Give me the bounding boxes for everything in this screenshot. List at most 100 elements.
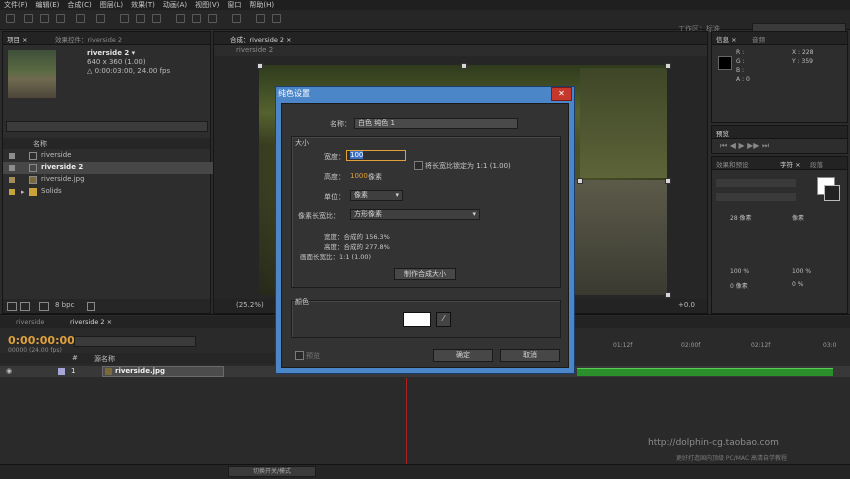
timeline-search-input[interactable] xyxy=(74,336,196,347)
image-file-icon xyxy=(105,368,112,375)
new-folder-icon[interactable] xyxy=(20,302,30,311)
size-group-label: 大小 xyxy=(295,139,309,147)
transform-handle[interactable] xyxy=(665,292,671,298)
width-input[interactable]: 100 xyxy=(346,150,406,161)
brush-tool-icon[interactable] xyxy=(176,14,185,23)
exposure-value[interactable]: +0.0 xyxy=(678,301,695,309)
cancel-button[interactable]: 取消 xyxy=(500,349,560,362)
menu-view[interactable]: 视图(V) xyxy=(195,0,219,10)
name-input[interactable]: 白色 纯色 1 xyxy=(354,118,518,129)
type-tool-icon[interactable] xyxy=(152,14,161,23)
camera-tool-icon[interactable] xyxy=(96,14,105,23)
list-item[interactable]: riverside xyxy=(3,150,213,162)
comp-footage-road xyxy=(560,180,667,295)
menu-composition[interactable]: 合成(C) xyxy=(67,0,91,10)
zoom-dropdown[interactable]: (25.2%) xyxy=(236,301,264,309)
layer-index: 1 xyxy=(71,367,76,375)
comp-breadcrumb[interactable]: riverside 2 xyxy=(236,46,273,54)
list-item[interactable]: riverside 2 xyxy=(3,162,213,174)
toggle-switches-modes-button[interactable]: 切换开关/模式 xyxy=(228,466,316,477)
project-search-input[interactable] xyxy=(6,121,208,132)
leading-value[interactable]: 像素 xyxy=(792,213,804,222)
home-icon[interactable] xyxy=(6,14,15,23)
playback-controls[interactable]: ⏮ ◀ ▶ ▶▶ ⏭ xyxy=(720,141,769,151)
ok-button[interactable]: 确定 xyxy=(433,349,493,362)
tab-paragraph[interactable]: 段落 xyxy=(810,159,823,169)
frame-aspect-text: 画面长宽比：1:1 (1.00) xyxy=(300,253,372,261)
stroke-color-swatch[interactable] xyxy=(824,185,840,201)
pixel-aspect-dropdown[interactable]: 方形像素 xyxy=(350,209,480,220)
close-icon[interactable]: ✕ xyxy=(551,87,572,101)
tab-effects-presets[interactable]: 效果和预设 xyxy=(716,159,749,169)
preview-checkbox[interactable] xyxy=(295,351,304,360)
menu-layer[interactable]: 图层(L) xyxy=(100,0,123,10)
make-comp-size-button[interactable]: 制作合成大小 xyxy=(394,268,456,280)
playhead[interactable] xyxy=(406,378,407,464)
project-footer: 8 bpc xyxy=(3,299,210,313)
transform-handle[interactable] xyxy=(665,63,671,69)
menu-animation[interactable]: 动画(A) xyxy=(163,0,187,10)
list-item[interactable]: ▸ Solids xyxy=(3,186,213,198)
eraser-tool-icon[interactable] xyxy=(208,14,217,23)
zoom-tool-icon[interactable] xyxy=(56,14,65,23)
image-file-icon xyxy=(29,176,37,184)
transform-handle[interactable] xyxy=(257,63,263,69)
expand-triangle-icon[interactable]: ▸ xyxy=(21,188,29,196)
height-input[interactable]: 1000 xyxy=(350,172,368,180)
menu-edit[interactable]: 编辑(E) xyxy=(36,0,60,10)
tab-effect-controls[interactable]: 效果控件：riverside 2 xyxy=(55,34,122,44)
clone-tool-icon[interactable] xyxy=(192,14,201,23)
font-size-value[interactable]: 28 像素 xyxy=(730,213,752,222)
preview-label: 预览 xyxy=(306,352,320,360)
transform-handle[interactable] xyxy=(665,178,671,184)
tab-info[interactable]: 信息 × xyxy=(716,34,737,44)
height-label: 高度： xyxy=(324,173,345,181)
rotate-tool-icon[interactable] xyxy=(76,14,85,23)
project-tabbar: 项目 × 效果控件：riverside 2 xyxy=(3,32,210,45)
font-family-dropdown[interactable] xyxy=(716,179,796,187)
menu-effect[interactable]: 效果(T) xyxy=(131,0,155,10)
current-timecode[interactable]: 0:00:00:00 xyxy=(8,334,75,347)
transform-handle[interactable] xyxy=(461,63,467,69)
tab-timeline-riverside[interactable]: riverside xyxy=(16,318,44,326)
font-style-dropdown[interactable] xyxy=(716,193,796,201)
color-swatch[interactable] xyxy=(403,312,431,327)
trash-icon[interactable] xyxy=(87,302,95,311)
baseline-shift-value[interactable]: 0 像素 xyxy=(730,281,748,290)
transform-handle[interactable] xyxy=(577,178,583,184)
tab-composition[interactable]: 合成：riverside 2 × xyxy=(230,34,292,44)
hand-tool-icon[interactable] xyxy=(40,14,49,23)
tab-timeline-riverside-2[interactable]: riverside 2 × xyxy=(70,318,112,326)
rectangle-tool-icon[interactable] xyxy=(120,14,129,23)
watermark-url: http://dolphin-cg.taobao.com xyxy=(648,438,779,448)
tsume-value[interactable]: 0 % xyxy=(792,281,803,288)
layer-name-field[interactable]: riverside.jpg xyxy=(102,366,224,377)
new-composition-icon[interactable] xyxy=(39,302,49,311)
tab-preview[interactable]: 预览 xyxy=(716,128,729,138)
character-tabbar: 效果和预设 字符 × 段落 xyxy=(712,157,847,170)
pen-tool-icon[interactable] xyxy=(136,14,145,23)
interpret-footage-icon[interactable] xyxy=(7,302,17,311)
units-dropdown[interactable]: 像素 xyxy=(350,190,403,201)
horizontal-scale-value[interactable]: 100 % xyxy=(792,268,811,275)
time-ruler[interactable]: 01:12f 02:00f 02:12f 03:0 xyxy=(575,333,840,351)
menu-window[interactable]: 窗口 xyxy=(227,0,241,10)
roto-tool-icon[interactable] xyxy=(232,14,241,23)
puppet-tool-icon[interactable] xyxy=(256,14,265,23)
list-item[interactable]: riverside.jpg xyxy=(3,174,213,186)
selection-tool-icon[interactable] xyxy=(24,14,33,23)
vertical-scale-value[interactable]: 100 % xyxy=(730,268,749,275)
bit-depth-button[interactable]: 8 bpc xyxy=(55,301,74,309)
tab-character[interactable]: 字符 × xyxy=(780,159,801,169)
tab-audio[interactable]: 音频 xyxy=(752,34,765,44)
ruler-tick-label: 02:00f xyxy=(681,342,701,349)
menu-help[interactable]: 帮助(H) xyxy=(249,0,274,10)
eyedropper-icon[interactable]: ⁄ xyxy=(436,312,451,327)
axis-tool-icon[interactable] xyxy=(272,14,281,23)
visibility-eye-icon[interactable]: ◉ xyxy=(6,367,12,375)
tab-project[interactable]: 项目 × xyxy=(7,34,28,44)
layer-duration-bar[interactable] xyxy=(577,368,833,376)
menu-file[interactable]: 文件(F) xyxy=(4,0,28,10)
lock-aspect-checkbox[interactable] xyxy=(414,161,423,170)
layer-label-color[interactable] xyxy=(58,368,65,375)
